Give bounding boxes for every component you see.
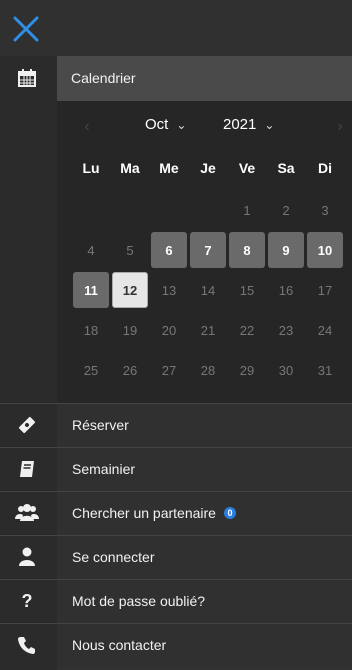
weekday-label: Me [159,160,179,176]
next-month-icon[interactable]: › [330,117,350,137]
calendar-day: 15 [239,282,255,298]
month-select[interactable]: Oct ⌄ [145,116,186,133]
calendar-day[interactable]: 6 [151,232,187,268]
calendar-day: 26 [122,362,138,378]
calendar-day: 21 [200,322,216,338]
menu-item-connecter[interactable]: Se connecter [0,535,352,580]
calendar-title: Calendrier [71,70,136,86]
calendar-day: 3 [321,202,329,218]
top-bar [0,0,352,56]
calendar-day: 29 [239,362,255,378]
menu-item-partenaire[interactable]: Chercher un partenaire 0 [0,491,352,536]
calendar-day[interactable]: 12 [112,272,148,308]
menu-item-reserver[interactable]: Réserver [0,403,352,448]
chevron-down-icon: ⌄ [264,117,275,132]
calendar-day[interactable]: 9 [268,232,304,268]
phone-icon [15,633,39,657]
users-icon [15,501,39,525]
chevron-down-icon: ⌄ [176,117,187,132]
menu-item-contacter[interactable]: Nous contacter [0,623,352,668]
calendar-day: 18 [83,322,99,338]
menu-item-label: Nous contacter [72,637,167,653]
book-icon [15,457,39,481]
calendar-day: 4 [87,242,95,258]
calendar-day: 22 [239,322,255,338]
menu-item-label: Réserver [72,417,129,433]
calendar-day: 28 [200,362,216,378]
calendar-day: 30 [278,362,294,378]
calendar-day: 13 [161,282,177,298]
weekday-label: Je [200,160,216,176]
menu-item-label: Semainier [72,461,136,477]
calendar-day: 16 [278,282,294,298]
calendar-day[interactable]: 10 [307,232,343,268]
weekday-label: Sa [277,160,295,176]
calendar-day: 17 [317,282,333,298]
calendar-day: 5 [126,242,134,258]
menu-item-semainier[interactable]: Semainier [0,447,352,492]
calendar-day: 25 [83,362,99,378]
calendar-day: 1 [243,202,251,218]
calendar-day: 2 [282,202,290,218]
calendar-day: 19 [122,322,138,338]
prev-month-icon[interactable]: ‹ [77,117,97,137]
side-menu: Calendrier ‹ Oct ⌄ 2021 ⌄ › Lu Ma Me Je … [0,0,352,670]
month-nav: ‹ Oct ⌄ 2021 ⌄ › [57,101,352,151]
calendar-day: 31 [317,362,333,378]
weekday-header: Lu Ma Me Je Ve Sa Di [57,153,352,183]
year-select[interactable]: 2021 ⌄ [223,116,274,133]
calendar-day[interactable]: 7 [190,232,226,268]
calendar-day: 14 [200,282,216,298]
calendar-day: 23 [278,322,294,338]
calendar-day[interactable]: 11 [73,272,109,308]
calendar-menu-item[interactable]: Calendrier [0,56,352,101]
calendar-day: 24 [317,322,333,338]
date-picker: ‹ Oct ⌄ 2021 ⌄ › Lu Ma Me Je Ve Sa Di 12… [57,101,352,403]
ticket-icon [15,413,39,437]
weekday-label: Ve [238,160,256,176]
menu-item-label: Se connecter [72,549,155,565]
question-icon: ? [21,590,33,611]
menu-item-mot-de-passe[interactable]: ? Mot de passe oublié? [0,579,352,624]
menu-item-label: Mot de passe oublié? [72,593,206,609]
calendar-icon [15,66,39,90]
calendar-day[interactable]: 8 [229,232,265,268]
calendar-day: 27 [161,362,177,378]
weekday-label: Ma [120,160,140,176]
info-badge: 0 [223,507,236,519]
calendar-day: 20 [161,322,177,338]
user-icon [15,545,39,569]
weekday-label: Lu [82,160,100,176]
menu-item-label: Chercher un partenaire 0 [72,505,236,521]
close-icon[interactable] [9,12,43,46]
weekday-label: Di [318,160,332,176]
